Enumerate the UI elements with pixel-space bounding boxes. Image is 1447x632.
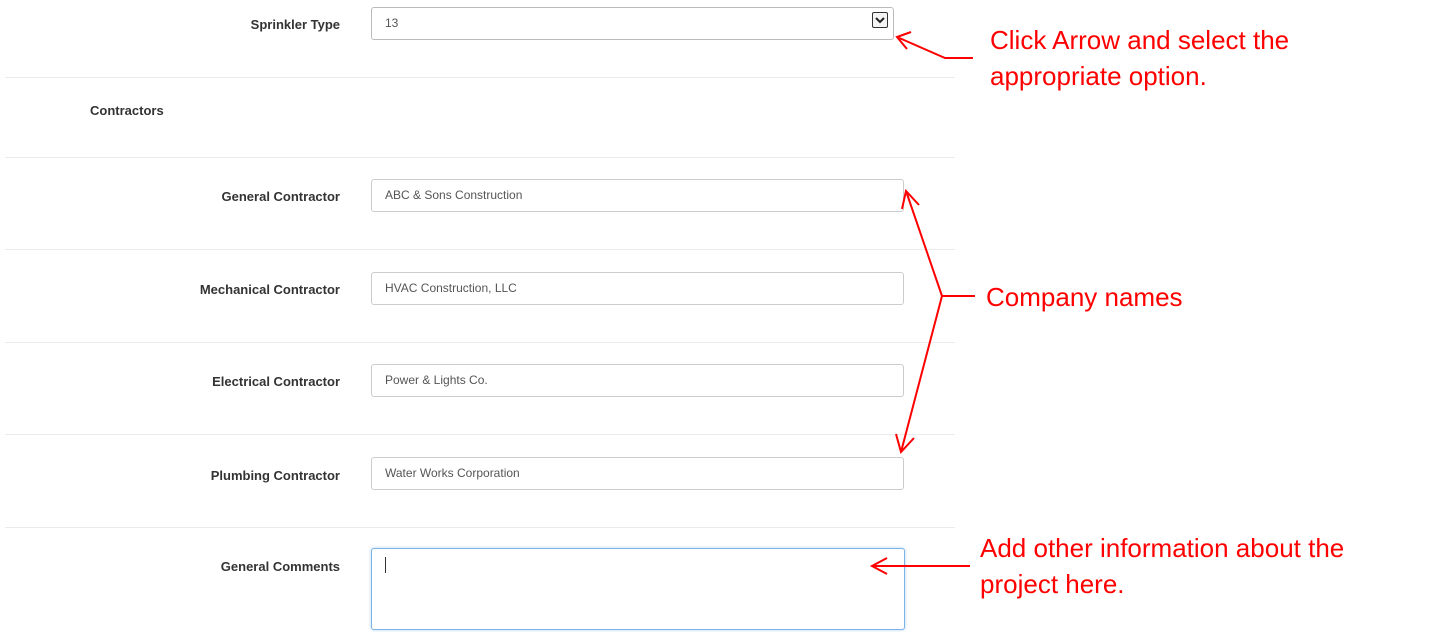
comments-hint-arrow (869, 557, 970, 575)
company-names-arrows (895, 188, 975, 454)
select-hint-line1: Click Arrow and select the (990, 25, 1290, 55)
select-hint-arrow (895, 31, 973, 59)
comments-hint-line1: Add other information about the (980, 533, 1345, 563)
comments-hint-line2: project here. (980, 569, 1125, 599)
company-names-annotation: Company names (986, 282, 1183, 312)
select-hint-line2: appropriate option. (990, 61, 1207, 91)
